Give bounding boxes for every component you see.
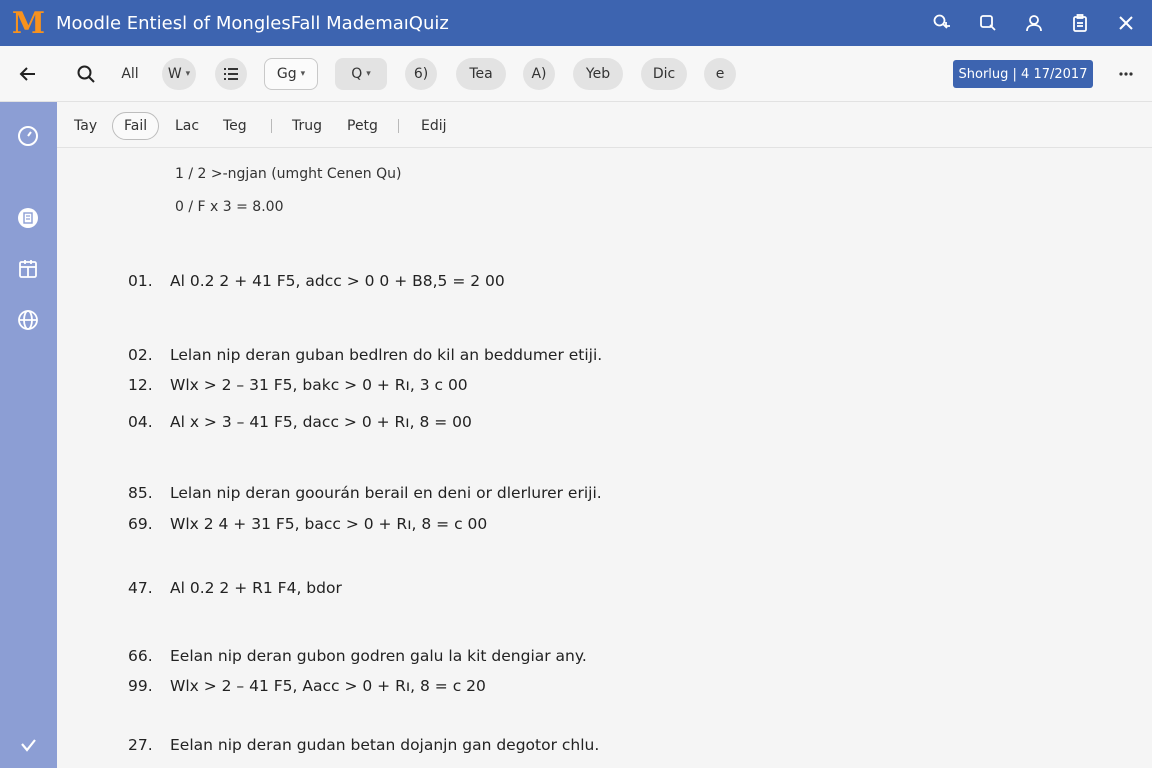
question-item[interactable]: 99. Wlx > 2 – 41 F5, Aacc > 0 + Rı, 8 = c… xyxy=(128,677,486,695)
question-text: Eelan nip deran gubon godren galu la kit… xyxy=(170,647,587,665)
calendar-icon[interactable] xyxy=(16,257,40,281)
question-text: Al 0.2 2 + R1 F4, bdor xyxy=(170,579,342,597)
question-text: Lelan nip deran guban bedlren do kil an … xyxy=(170,346,603,364)
title-bar: M Moodle Entiesl of MonglesFall MademaıQ… xyxy=(0,0,1152,46)
toolbar-e-button[interactable]: e xyxy=(704,58,736,90)
question-number: 69. xyxy=(128,515,153,533)
chevron-down-icon: ▾ xyxy=(300,69,306,79)
toolbar-6-button[interactable]: 6) xyxy=(405,58,437,90)
question-number: 01. xyxy=(128,272,153,290)
toolbar-tea-button[interactable]: Tea xyxy=(456,58,506,90)
question-text: Lelan nip deran goourán berail en deni o… xyxy=(170,484,602,502)
question-item[interactable]: 04. Al x > 3 – 41 F5, dacc > 0 + Rı, 8 = … xyxy=(128,413,472,431)
toolbar-a-button[interactable]: A) xyxy=(523,58,555,90)
question-text: Wlx > 2 – 31 F5, bakc > 0 + Rı, 3 c 00 xyxy=(170,376,468,394)
back-arrow-icon[interactable] xyxy=(16,62,40,86)
more-options-icon[interactable] xyxy=(1114,62,1138,86)
question-number: 66. xyxy=(128,647,153,665)
toolbar-dic-button[interactable]: Dic xyxy=(641,58,687,90)
tab-divider xyxy=(398,119,399,133)
question-text: Al 0.2 2 + 41 F5, adcc > 0 0 + B8,5 = 2 … xyxy=(170,272,505,290)
sidebar xyxy=(0,102,57,768)
question-item[interactable]: 69. Wlx 2 4 + 31 F5, bacc > 0 + Rı, 8 = c… xyxy=(128,515,487,533)
question-number: 04. xyxy=(128,413,153,431)
toolbar-w-label: W xyxy=(167,66,182,82)
globe-icon[interactable] xyxy=(16,308,40,332)
question-item[interactable]: 02. Lelan nip deran guban bedlren do kil … xyxy=(128,346,602,364)
question-number: 99. xyxy=(128,677,153,695)
question-item[interactable]: 27. Eelan nip deran gudan betan dojanjn g… xyxy=(128,736,599,754)
question-text: Eelan nip deran gudan betan dojanjn gan … xyxy=(170,736,600,754)
toolbar-all[interactable]: All xyxy=(116,58,144,90)
question-number: 12. xyxy=(128,376,153,394)
question-number: 27. xyxy=(128,736,153,754)
toolbar-yeb-button[interactable]: Yeb xyxy=(573,58,623,90)
tab-petg[interactable]: Petg xyxy=(347,112,378,140)
question-text: Wlx 2 4 + 31 F5, bacc > 0 + Rı, 8 = c 00 xyxy=(170,515,488,533)
dashboard-icon[interactable] xyxy=(16,124,40,148)
title-actions xyxy=(930,0,1138,46)
question-text: Al x > 3 – 41 F5, dacc > 0 + Rı, 8 = 00 xyxy=(170,413,472,431)
tab-edij[interactable]: Edij xyxy=(421,112,447,140)
quiz-score-line: 0 / F x 3 = 8.00 xyxy=(175,199,284,215)
moodle-logo[interactable]: M xyxy=(10,5,46,41)
toolbar: All W ▾ Gg ▾ Q ▾ 6) Tea A) Yeb Dic e Shorlu… xyxy=(0,46,1152,102)
toolbar-q-label: Q xyxy=(351,66,363,82)
toolbar-gg-label: Gg xyxy=(276,66,297,82)
search-user-icon[interactable] xyxy=(930,11,954,35)
question-item[interactable]: 01. Al 0.2 2 + 41 F5, adcc > 0 0 + B8,5 =… xyxy=(128,272,505,290)
question-item[interactable]: 47. Al 0.2 2 + R1 F4, bdor xyxy=(128,579,342,597)
toolbar-gg-select[interactable]: Gg ▾ xyxy=(264,58,318,90)
chevron-down-icon: ▾ xyxy=(366,69,371,79)
primary-action-button[interactable]: Shorlug | 4 17/2017 xyxy=(953,60,1093,88)
user-icon[interactable] xyxy=(1022,11,1046,35)
collapse-sidebar-icon[interactable] xyxy=(16,734,40,758)
chevron-down-icon: ▾ xyxy=(185,69,191,79)
question-item[interactable]: 66. Eelan nip deran gubon godren galu la … xyxy=(128,647,587,665)
grades-icon[interactable] xyxy=(16,206,40,230)
toolbar-w-dropdown[interactable]: W ▾ xyxy=(162,58,196,90)
quiz-info-line: 1 / 2 >-ngjan (umght Cenen Qu) xyxy=(175,166,402,182)
list-icon[interactable] xyxy=(215,58,247,90)
toolbar-q-select[interactable]: Q ▾ xyxy=(335,58,387,90)
question-number: 02. xyxy=(128,346,153,364)
question-number: 85. xyxy=(128,484,153,502)
app-title: Moodle Entiesl of MonglesFall MademaıQui… xyxy=(56,12,449,34)
tab-divider xyxy=(271,119,272,133)
tab-trug[interactable]: Trug xyxy=(292,112,322,140)
question-item[interactable]: 85. Lelan nip deran goourán berail en den… xyxy=(128,484,602,502)
tab-bar: Tay Fail Lac Teg Trug Petg Edij xyxy=(57,102,1152,148)
quiz-content: 1 / 2 >-ngjan (umght Cenen Qu) 0 / F x 3… xyxy=(57,148,1152,768)
question-number: 47. xyxy=(128,579,153,597)
question-item[interactable]: 12. Wlx > 2 – 31 F5, bakc > 0 + Rı, 3 c 0… xyxy=(128,376,468,394)
tab-fail[interactable]: Fail xyxy=(112,112,160,140)
tab-teg[interactable]: Teg xyxy=(223,112,247,140)
question-text: Wlx > 2 – 41 F5, Aacc > 0 + Rı, 8 = c 20 xyxy=(170,677,486,695)
close-icon[interactable] xyxy=(1114,11,1138,35)
search-icon[interactable] xyxy=(74,62,98,86)
zoom-icon[interactable] xyxy=(976,11,1000,35)
clipboard-icon[interactable] xyxy=(1068,11,1092,35)
tab-lac[interactable]: Lac xyxy=(175,112,199,140)
tab-tay[interactable]: Tay xyxy=(74,112,97,140)
